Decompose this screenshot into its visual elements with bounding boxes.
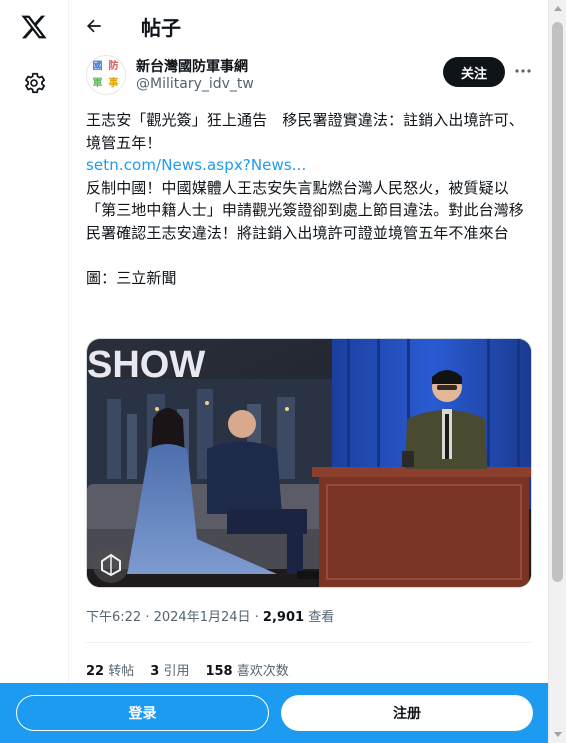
quote-stat[interactable]: 3 引用 <box>150 660 189 679</box>
tweet-headline: 王志安「觀光簽」狂上通告 移民署證實違法：註銷入出境許可、境管五年！ <box>86 111 524 152</box>
divider <box>86 642 532 643</box>
page-title: 帖子 <box>141 16 181 40</box>
signup-button[interactable]: 注册 <box>281 695 533 731</box>
header: 帖子 <box>70 0 548 53</box>
scroll-thumb[interactable] <box>552 22 563 582</box>
engagement-stats: 22 转帖 3 引用 158 喜欢次数 <box>86 660 289 679</box>
main-column: 帖子 國 防 軍 事 新台灣國防軍事網 @Military_idv_tw 关注 … <box>70 0 548 743</box>
quote-count: 3 <box>150 664 160 679</box>
avatar-glyph: 國 <box>92 61 103 72</box>
post-time: 下午6:22 <box>86 610 142 625</box>
like-count: 158 <box>205 664 233 679</box>
repost-label: 转帖 <box>108 664 135 679</box>
tweet-spacer <box>86 244 538 267</box>
view-count: 2,901 <box>262 610 305 625</box>
scrollbar[interactable] <box>548 0 566 743</box>
avatar[interactable]: 國 防 軍 事 <box>86 55 126 95</box>
talk-show-photo: SHOW <box>87 339 531 587</box>
tweet-credit: 圖：三立新聞 <box>86 268 177 287</box>
like-label: 喜欢次数 <box>236 664 289 679</box>
author-handle[interactable]: @Military_idv_tw <box>136 76 254 92</box>
x-logo-icon[interactable] <box>20 13 48 41</box>
tweet-body: 反制中國！中國媒體人王志安失言點燃台灣人民怒火，被質疑以「第三地中籍人士」申請觀… <box>86 178 524 242</box>
back-arrow-icon[interactable] <box>84 16 104 36</box>
gear-icon[interactable] <box>21 70 47 96</box>
author-name[interactable]: 新台灣國防軍事網 <box>136 56 248 76</box>
tweet-link[interactable]: setn.com/News.aspx?News... <box>86 154 538 177</box>
avatar-glyph: 防 <box>108 61 119 72</box>
show-banner: SHOW <box>87 344 205 386</box>
view-label: 查看 <box>308 610 335 625</box>
left-rail <box>0 0 69 743</box>
scroll-up-icon[interactable] <box>554 6 562 11</box>
play-icon[interactable] <box>92 546 130 584</box>
login-button[interactable]: 登录 <box>16 695 269 731</box>
timestamp[interactable]: 下午6:22 · 2024年1月24日 · 2,901 查看 <box>86 606 334 625</box>
quote-label: 引用 <box>163 664 190 679</box>
bottom-signup-bar: 登录 注册 <box>0 683 548 743</box>
avatar-glyph: 事 <box>108 78 119 89</box>
more-icon[interactable] <box>514 61 532 81</box>
avatar-glyph: 軍 <box>92 78 103 89</box>
like-stat[interactable]: 158 喜欢次数 <box>205 660 288 679</box>
repost-stat[interactable]: 22 转帖 <box>86 660 134 679</box>
repost-count: 22 <box>86 664 105 679</box>
scroll-down-icon[interactable] <box>554 732 562 737</box>
tweet-text: 王志安「觀光簽」狂上通告 移民署證實違法：註銷入出境許可、境管五年！ setn.… <box>86 109 538 289</box>
author-row: 國 防 軍 事 新台灣國防軍事網 @Military_idv_tw 关注 <box>86 55 532 99</box>
follow-button[interactable]: 关注 <box>443 57 505 87</box>
post-date: 2024年1月24日 <box>153 610 251 625</box>
media-image[interactable]: SHOW <box>86 338 532 588</box>
